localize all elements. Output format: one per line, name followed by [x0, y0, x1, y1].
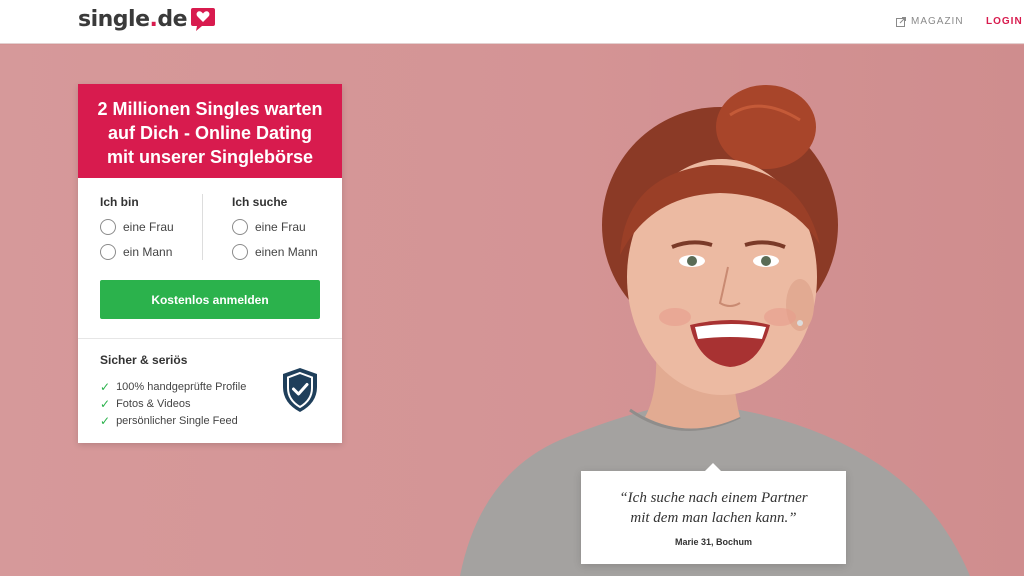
- heart-speech-bubble-icon: [191, 8, 216, 31]
- looking-for-title: Ich suche: [232, 195, 288, 209]
- radio-label: ein Mann: [123, 245, 173, 259]
- nav-magazin-link[interactable]: MAGAZIN: [896, 16, 964, 27]
- safety-item: ✓ Fotos & Videos: [100, 397, 191, 411]
- i-am-title: Ich bin: [100, 195, 139, 209]
- radio-button[interactable]: [232, 219, 248, 235]
- logo-text: single.de: [78, 6, 188, 32]
- checkmark-icon: ✓: [100, 380, 111, 394]
- top-header: single.de MAGAZIN LOGIN: [0, 0, 1024, 44]
- safety-item: ✓ persönlicher Single Feed: [100, 414, 238, 428]
- column-divider: [202, 194, 203, 260]
- nav-magazin-label: MAGAZIN: [911, 16, 964, 27]
- testimonial-quote: “Ich suche nach einem Partner mit dem ma…: [619, 490, 808, 526]
- checkmark-icon: ✓: [100, 397, 111, 411]
- speech-pointer: [705, 463, 721, 471]
- signup-headline: 2 Millionen Singles warten auf Dich - On…: [78, 84, 342, 178]
- radio-button[interactable]: [232, 244, 248, 260]
- radio-label: eine Frau: [123, 220, 174, 234]
- site-logo[interactable]: single.de: [78, 6, 216, 32]
- testimonial-box: “Ich suche nach einem Partner mit dem ma…: [581, 463, 846, 564]
- external-link-icon: [896, 16, 906, 27]
- looking-for-man-radio[interactable]: einen Mann: [232, 244, 318, 260]
- safety-item: ✓ 100% handgeprüfte Profile: [100, 380, 247, 394]
- signup-card: 2 Millionen Singles warten auf Dich - On…: [78, 84, 342, 443]
- shield-check-icon: [283, 368, 317, 412]
- safety-title: Sicher & seriös: [100, 353, 188, 367]
- nav-login-link[interactable]: LOGIN: [986, 16, 1023, 27]
- radio-button[interactable]: [100, 244, 116, 260]
- i-am-woman-radio[interactable]: eine Frau: [100, 219, 174, 235]
- testimonial-author: Marie 31, Bochum: [674, 537, 753, 547]
- checkmark-icon: ✓: [100, 414, 111, 428]
- radio-label: eine Frau: [255, 220, 306, 234]
- looking-for-woman-radio[interactable]: eine Frau: [232, 219, 306, 235]
- radio-label: einen Mann: [255, 245, 318, 259]
- i-am-man-radio[interactable]: ein Mann: [100, 244, 172, 260]
- section-divider: [78, 338, 342, 339]
- register-free-button[interactable]: Kostenlos anmelden: [100, 280, 320, 319]
- radio-button[interactable]: [100, 219, 116, 235]
